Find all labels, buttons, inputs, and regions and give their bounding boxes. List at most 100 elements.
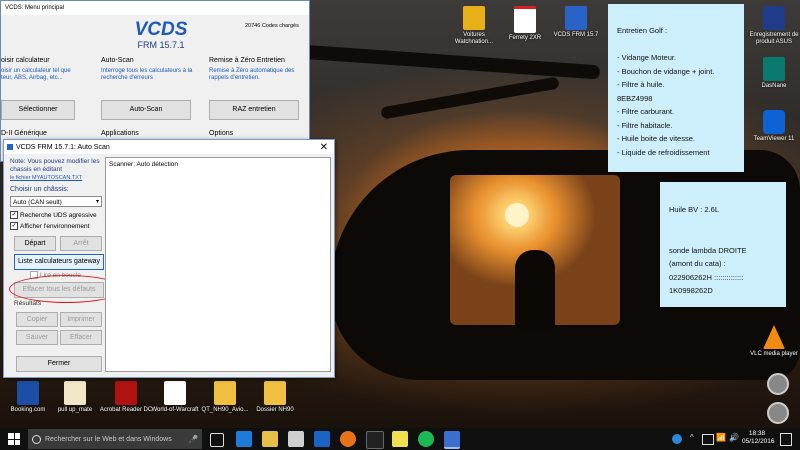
file-icon [164, 381, 186, 405]
clock[interactable]: 18:38 05/12/2016 [742, 430, 775, 446]
note-line: - Filtre habitacle. [617, 120, 673, 130]
codes-loaded: 20746 Codes chargés [245, 23, 299, 29]
asus-icon [763, 6, 785, 30]
print-button[interactable]: Imprimer [60, 312, 102, 327]
start-button[interactable]: Départ [14, 236, 56, 251]
dasname-icon [763, 57, 785, 81]
desktop-icon-label: Acrobat Reader DC [99, 407, 153, 413]
copy-button[interactable]: Copier [16, 312, 58, 327]
vcds-taskbar-icon[interactable] [444, 431, 460, 449]
raz-entretien-button[interactable]: RAZ entretien [209, 100, 299, 120]
note-line: - Huile boite de vitesse. [617, 134, 695, 143]
checkbox-checked[interactable]: ✓ [10, 211, 18, 219]
autoscan-file-link[interactable]: le fichier MYAUTOSCAN.TXT [10, 175, 82, 181]
desktop-icon-teamviewer[interactable]: TeamViewer 11 [748, 110, 800, 143]
booking-icon [17, 381, 39, 405]
cortana-icon [32, 434, 41, 444]
gateway-list-button[interactable]: Liste calculateurs gateway [14, 254, 104, 270]
autoscan-button[interactable]: Auto-Scan [101, 100, 191, 120]
desktop-icon-voitures[interactable]: Voitures Watchnation... [446, 6, 502, 46]
search-box[interactable]: Rechercher sur le Web et dans Windows 🎤 [28, 429, 202, 449]
uds-checkbox[interactable]: ✓ Recherche UDS agressive [10, 211, 97, 219]
search-placeholder: Rechercher sur le Web et dans Windows [45, 435, 172, 443]
volume-icon[interactable]: 🔊 [729, 433, 739, 442]
vcds-icon [565, 6, 587, 30]
chassis-select[interactable]: Auto (CAN seult) ▾ [10, 196, 102, 207]
app-logo: VCDS [134, 19, 188, 40]
sticky-note-huile[interactable]: Huile BV : 2.6L sonde lambda DROITE (amont… [660, 182, 786, 307]
desktop-icon-acrobat[interactable]: Acrobat Reader DC [98, 381, 154, 414]
media-icon[interactable] [366, 431, 384, 449]
desktop-icon-label: VLC media player [750, 351, 798, 357]
note-line: Entretien Golf : [617, 26, 668, 35]
stop-button[interactable]: Arrêt [60, 236, 102, 251]
folder-icon [264, 381, 286, 405]
env-checkbox[interactable]: ✓ Afficher l'environnement [10, 222, 89, 230]
window-title: VCDS: Menu principal [5, 5, 65, 11]
desktop-icon-label: pull up_mate [57, 407, 93, 413]
outlook-icon[interactable] [314, 431, 330, 447]
desktop-icon-vlc[interactable]: VLC media player [748, 325, 800, 358]
close-button[interactable]: Fermer [16, 356, 102, 372]
note-line: 1K0998262D [669, 286, 713, 295]
file-explorer-icon[interactable] [262, 431, 278, 447]
taskbar: Rechercher sur le Web et dans Windows 🎤 … [0, 428, 800, 450]
section-description: Interroge tous les calculateurs à la rec… [101, 68, 193, 81]
task-view-icon[interactable] [210, 433, 224, 447]
microphone-icon: 🎤 [188, 434, 198, 444]
desktop-icon-pullup[interactable]: pull up_mate [47, 381, 103, 414]
folder-icon [214, 381, 236, 405]
scan-output-area[interactable]: Scanner: Auto détection [105, 157, 331, 372]
desktop-icon-label: World-of-Warcraft [151, 407, 199, 413]
section-heading: Applications [101, 130, 139, 137]
app-version: FRM 15.7.1 [137, 40, 185, 50]
autoscan-dialog[interactable]: VCDS FRM 15.7.1: Auto Scan ✕ Note: Vous … [3, 139, 335, 378]
chassis-value: Auto (CAN seult) [13, 199, 62, 206]
note-line: - Filtre carburant. [617, 107, 675, 116]
close-icon[interactable]: ✕ [320, 142, 328, 153]
section-description: oisir un calculateur tel que teur, ABS, … [1, 68, 71, 81]
firefox-icon[interactable] [340, 431, 356, 447]
dialog-titlebar: VCDS FRM 15.7.1: Auto Scan ✕ [4, 140, 334, 154]
spotify-icon[interactable] [418, 431, 434, 447]
desktop-icon-asus[interactable]: Enregistrement de produit ASUS [748, 6, 800, 46]
desktop-icon-label: TeamViewer 11 [753, 136, 795, 142]
chevron-up-icon[interactable]: ^ [690, 433, 694, 442]
desktop-icon-label: Booking.com [10, 407, 46, 413]
desktop-icon-label: DasNane [761, 83, 787, 89]
scan-output-text: Scanner: Auto détection [109, 161, 179, 168]
window-titlebar: VCDS: Menu principal [1, 1, 309, 15]
note-line: - Vidange Moteur. [617, 53, 677, 62]
sticky-note-entretien[interactable]: Entretien Golf : - Vidange Moteur. - Bouch… [608, 4, 744, 172]
desktop-icon-vcds[interactable]: VCDS FRM 15.7 [548, 6, 604, 39]
disc-icon[interactable] [767, 373, 789, 395]
pdf-icon [514, 6, 536, 33]
note-line [669, 230, 786, 244]
clock-date: 05/12/2016 [742, 438, 775, 445]
edge-icon[interactable] [236, 431, 252, 447]
desktop-icon-dasname[interactable]: DasNane [748, 57, 800, 90]
action-center-icon[interactable] [780, 433, 792, 446]
network-icon[interactable]: 📶 [716, 433, 726, 442]
notification-icon[interactable] [672, 434, 682, 444]
disc-icon[interactable] [767, 402, 789, 424]
vcds-main-window[interactable]: VCDS: Menu principal VCDS FRM 15.7.1 207… [0, 0, 310, 162]
section-heading: D-II Générique [1, 130, 47, 137]
sun [505, 203, 529, 227]
desktop-icon-wow[interactable]: World-of-Warcraft [147, 381, 203, 414]
save-button[interactable]: Sauver [16, 330, 58, 345]
windows-start-icon[interactable] [8, 433, 20, 445]
sticky-notes-icon[interactable] [392, 431, 408, 447]
results-label: Résultats [14, 300, 42, 307]
desktop-icon-pdf[interactable]: Ferrety 2XR [497, 6, 553, 42]
desktop-icon-label: Voitures Watchnation... [454, 32, 494, 45]
desktop-icon-qt-nh90[interactable]: QT_NH90_Avio... [197, 381, 253, 414]
note-text: Note: Vous pouvez modifier les chassis e… [10, 158, 100, 173]
select-button[interactable]: Sélectionner [1, 100, 75, 120]
desktop-icon-label: VCDS FRM 15.7 [553, 32, 599, 38]
erase-button[interactable]: Effacer [60, 330, 102, 345]
note-line: - Filtre à huile. [617, 80, 665, 89]
store-icon[interactable] [288, 431, 304, 447]
desktop-icon-dossier-nh90[interactable]: Dossier NH90 [247, 381, 303, 414]
checkbox-checked[interactable]: ✓ [10, 222, 18, 230]
